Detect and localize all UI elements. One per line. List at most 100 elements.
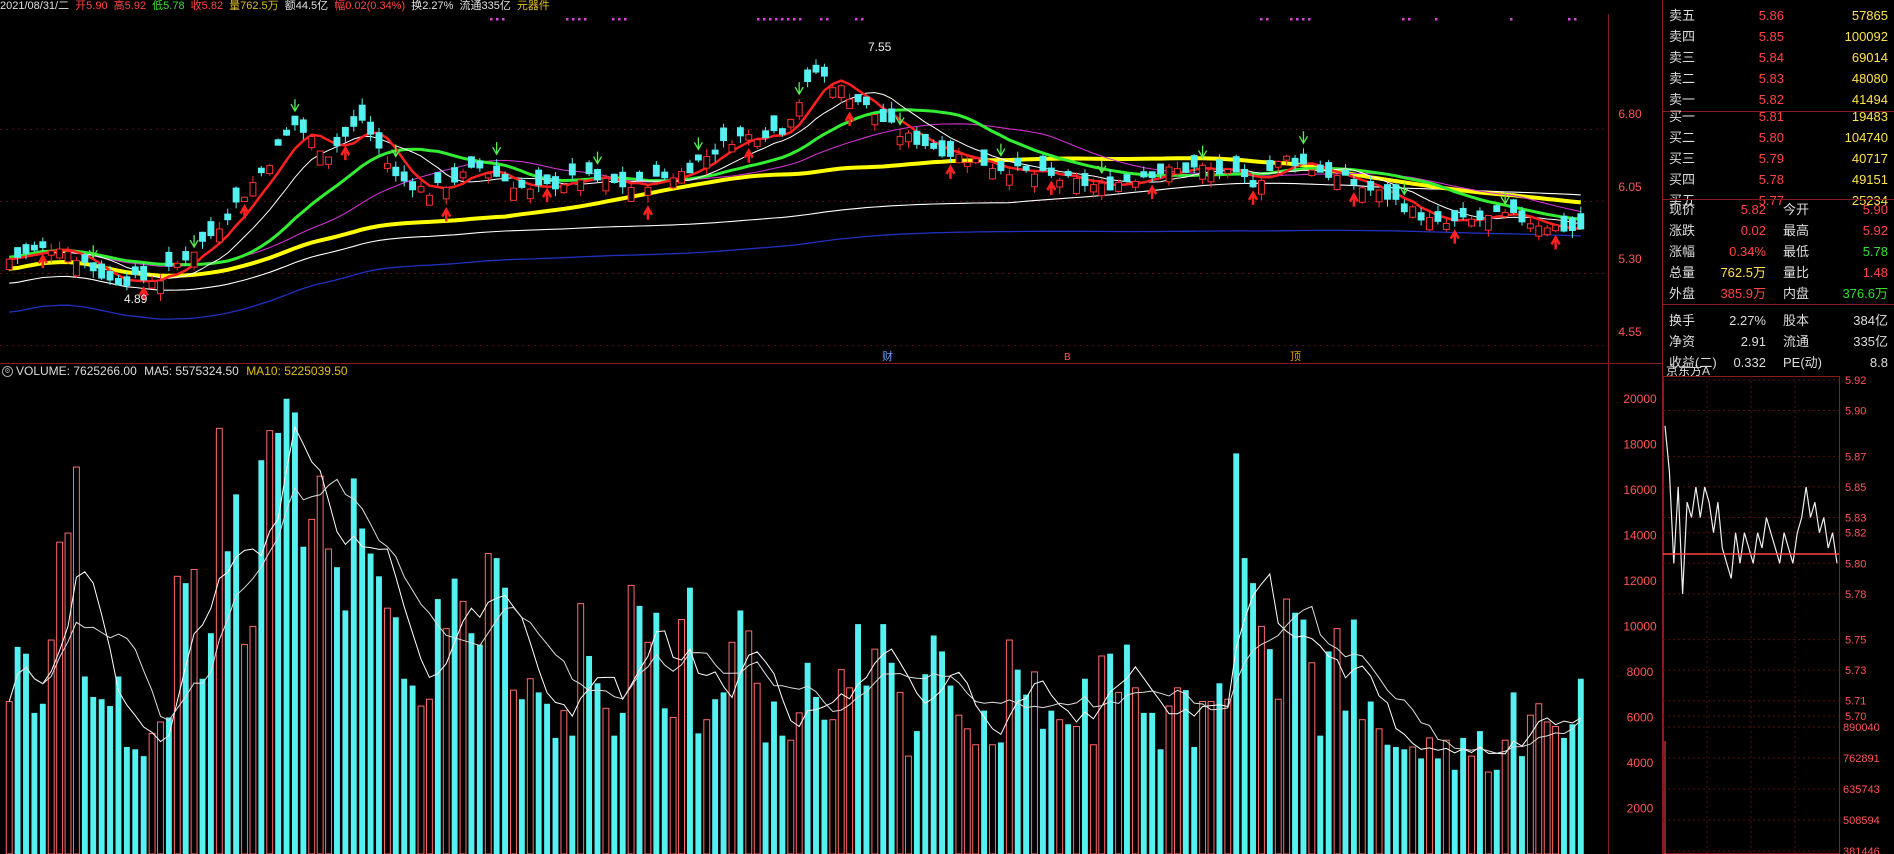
order-volume: 100092 <box>1844 29 1888 44</box>
stat-row: 现价 5.82 今开 5.90 <box>1663 200 1894 220</box>
candle-body <box>1115 182 1123 192</box>
candle-body <box>812 64 820 73</box>
bid-row[interactable]: 买一 5.81 19483 <box>1663 107 1894 127</box>
candle-body <box>1123 174 1131 182</box>
candle-body <box>938 140 946 157</box>
stat-value: 0.02 <box>1740 223 1766 238</box>
volume-bar <box>233 494 240 854</box>
candle-body <box>451 167 459 183</box>
volume-bar <box>1157 749 1164 854</box>
volume-tick: 8000 <box>1627 665 1654 679</box>
bid-row[interactable]: 买二 5.80 104740 <box>1663 128 1894 148</box>
candle-body <box>560 184 568 194</box>
volume-bar <box>888 662 895 854</box>
signal-dot <box>861 18 864 21</box>
candle-body <box>1274 160 1282 168</box>
volume-bar <box>526 678 534 854</box>
volume-bar <box>1308 662 1316 854</box>
volume-bar <box>1460 737 1467 854</box>
candle-body <box>1300 153 1307 165</box>
volume-bar <box>1426 737 1433 854</box>
volume-bar <box>913 731 920 854</box>
candle-body <box>1375 189 1383 203</box>
volume-bar <box>737 610 744 854</box>
intraday-mini-chart[interactable]: 5.92 5.90 5.87 5.85 5.83 5.82 5.80 5.78 5.75 5.73… <box>1663 376 1894 854</box>
sell-arrow-icon <box>693 137 703 151</box>
volume-bar <box>31 712 38 854</box>
stat-value: 0.34% <box>1729 244 1766 259</box>
order-level-label: 卖二 <box>1669 71 1696 86</box>
volume-bar <box>1048 710 1055 854</box>
volume-bar <box>871 648 879 854</box>
volume-bar <box>207 633 214 854</box>
stat-label: 换手 <box>1669 313 1696 328</box>
settings-icon[interactable]: ⚙ <box>2 366 13 378</box>
candle-body <box>1358 187 1366 203</box>
volume-bar <box>1510 692 1517 854</box>
candle-body <box>1056 179 1064 188</box>
volume-bar <box>1577 678 1584 854</box>
stat-value: 384亿 <box>1853 313 1888 328</box>
candle-body <box>148 281 156 289</box>
mini-price-tick: 5.71 <box>1845 696 1866 708</box>
candle-body <box>1543 227 1551 236</box>
bid-row[interactable]: 买三 5.79 40717 <box>1663 149 1894 169</box>
sell-arrow-icon <box>492 142 502 156</box>
candle-body <box>921 133 929 147</box>
volume-bar <box>1375 728 1383 854</box>
stat-value: 2.91 <box>1740 334 1766 349</box>
volume-tick: 10000 <box>1623 619 1657 633</box>
ask-row[interactable]: 卖四 5.85 100092 <box>1663 27 1894 47</box>
ask-row[interactable]: 卖三 5.84 69014 <box>1663 48 1894 68</box>
volume-bar <box>1098 655 1106 854</box>
signal-dot <box>624 18 627 21</box>
ask-row[interactable]: 卖二 5.83 48080 <box>1663 69 1894 89</box>
volume-bar <box>64 532 72 854</box>
candle-body <box>1367 180 1375 191</box>
volume-bar <box>1442 739 1450 854</box>
ask-row[interactable]: 卖五 5.86 57865 <box>1663 6 1894 26</box>
volume-bar <box>552 737 559 854</box>
volume-bar <box>367 553 374 854</box>
candle-body <box>173 262 181 268</box>
volume-bar <box>1519 756 1525 854</box>
volume-bar <box>1292 612 1298 854</box>
top-signal-dots <box>490 18 1577 21</box>
mini-volume-tick: 381446 <box>1843 846 1880 854</box>
sell-arrow-icon <box>794 82 804 96</box>
volume-bar <box>359 528 366 854</box>
volume-bar <box>266 430 274 854</box>
candle-body <box>1518 210 1526 223</box>
candle-body <box>1224 168 1232 174</box>
volume-label: VOLUME: 7625266.00 <box>16 364 137 378</box>
candle-body <box>980 149 988 166</box>
kline-chart-area[interactable]: 6.80 6.05 5.30 4.55 7.55 4.89 财 B 顶 2000… <box>0 0 1663 854</box>
volume-bar <box>1325 651 1332 854</box>
candle-body <box>1501 211 1509 218</box>
stat-label: PE(动) <box>1783 355 1823 370</box>
candle-body <box>1148 171 1156 179</box>
buy-arrow-icon <box>1046 180 1057 196</box>
order-level-label: 买三 <box>1669 151 1696 166</box>
event-mark: 顶 <box>1290 350 1301 363</box>
mini-volume-tick: 635743 <box>1843 784 1880 796</box>
bid-row[interactable]: 买四 5.78 49151 <box>1663 170 1894 190</box>
candle-body <box>1526 223 1534 229</box>
volume-bar <box>392 617 399 854</box>
candle-body <box>1241 168 1249 177</box>
signal-dot <box>566 18 569 21</box>
candle-body <box>753 139 761 147</box>
signal-dot <box>799 18 802 21</box>
volume-bar <box>535 692 542 854</box>
mini-price-tick: 5.75 <box>1845 635 1866 647</box>
stat-value: 376.6万 <box>1842 286 1888 301</box>
mini-volume-axis: 890040 762891 635743 508594 381446 <box>1843 722 1880 854</box>
volume-bar <box>1501 739 1509 854</box>
signal-dot <box>1290 18 1293 21</box>
candle-body <box>930 142 938 149</box>
volume-bar <box>1257 625 1265 854</box>
candle-body <box>1173 168 1181 175</box>
volume-bar <box>1089 744 1097 854</box>
signal-dot <box>1308 18 1311 21</box>
volume-bar <box>81 676 88 854</box>
